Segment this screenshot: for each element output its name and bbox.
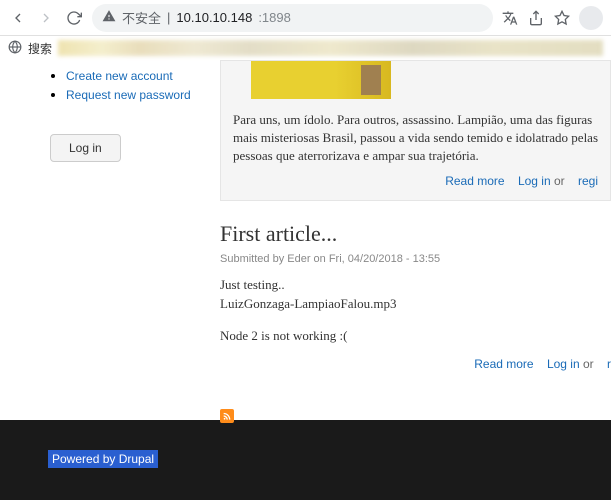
article-first: First article... Submitted by Eder on Fr… xyxy=(220,221,611,380)
star-icon[interactable] xyxy=(553,9,571,27)
rss-icon[interactable] xyxy=(220,409,234,423)
forward-button[interactable] xyxy=(36,8,56,28)
address-bar[interactable]: 不安全 | 10.10.10.148 :1898 xyxy=(92,4,493,32)
request-password-link[interactable]: Request new password xyxy=(66,88,191,102)
article-meta: Submitted by Eder on Fri, 04/20/2018 - 1… xyxy=(220,253,611,265)
body-line1: Just testing.. xyxy=(220,275,611,295)
article-body: Para uns, um ídolo. Para outros, assassi… xyxy=(233,111,598,166)
body-line2: LuizGonzaga-LampiaoFalou.mp3 xyxy=(220,294,611,314)
security-label: 不安全 xyxy=(122,8,161,27)
globe-icon xyxy=(8,40,22,57)
register-link[interactable]: regi xyxy=(578,174,598,188)
separator: | xyxy=(167,10,170,25)
translate-icon[interactable] xyxy=(501,9,519,27)
article-title: First article... xyxy=(220,221,611,247)
article-image xyxy=(251,61,391,99)
login-button[interactable]: Log in xyxy=(50,134,121,162)
url-host: 10.10.10.148 xyxy=(176,10,252,25)
blurred-content xyxy=(58,40,603,56)
body-line3: Node 2 is not working :( xyxy=(220,326,611,346)
create-account-link[interactable]: Create new account xyxy=(66,69,173,83)
or-text: or xyxy=(551,174,568,188)
search-label: 搜索 xyxy=(28,40,52,57)
or-text-2: or xyxy=(580,357,597,371)
article-lampiao: Para uns, um ídolo. Para outros, assassi… xyxy=(220,60,611,201)
reload-button[interactable] xyxy=(64,8,84,28)
read-more-link[interactable]: Read more xyxy=(445,174,504,188)
back-button[interactable] xyxy=(8,8,28,28)
powered-by-link[interactable]: Powered by Drupal xyxy=(48,450,158,468)
share-icon[interactable] xyxy=(527,9,545,27)
login-link-2[interactable]: Log in xyxy=(547,357,580,371)
warning-icon xyxy=(102,9,116,26)
register-link-2[interactable]: r xyxy=(607,357,611,371)
read-more-link-2[interactable]: Read more xyxy=(474,357,533,371)
profile-avatar[interactable] xyxy=(579,6,603,30)
url-port: :1898 xyxy=(258,10,291,25)
login-link[interactable]: Log in xyxy=(518,174,551,188)
